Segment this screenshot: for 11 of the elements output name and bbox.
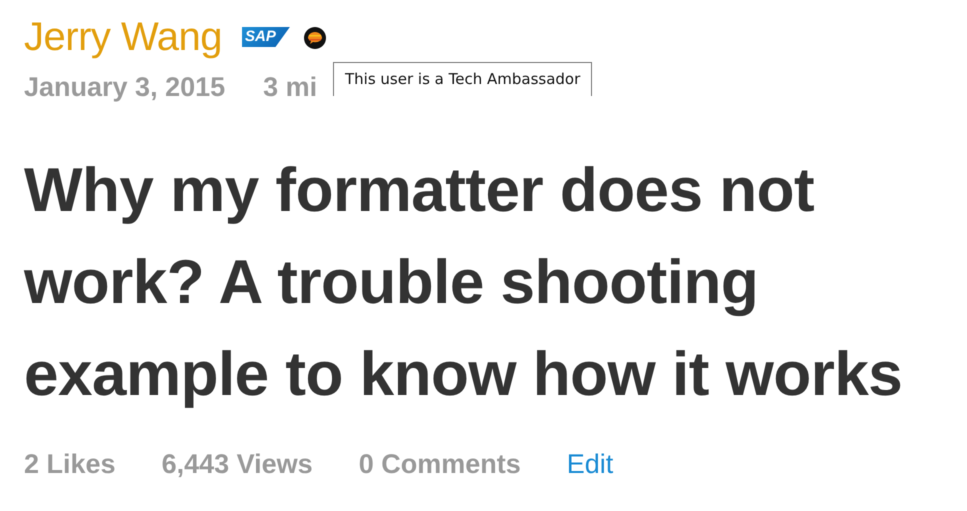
edit-link[interactable]: Edit (566, 449, 614, 480)
company-logo: SAP (242, 27, 290, 47)
tooltip: This user is a Tech Ambassador (333, 62, 592, 96)
post-date: January 3, 2015 (24, 72, 226, 103)
stat-count: 0 Comments (358, 449, 521, 480)
ambassador-badge-icon (304, 27, 326, 49)
stat-count: 6,443 Views (162, 449, 313, 480)
author-name[interactable]: Jerry Wang (24, 14, 222, 60)
read-time: 3 mi (263, 72, 318, 103)
stat-count: 2 Likes (24, 449, 116, 480)
article-title: Why my formatter does not work? A trouble shooting example to know how it works (24, 155, 904, 411)
